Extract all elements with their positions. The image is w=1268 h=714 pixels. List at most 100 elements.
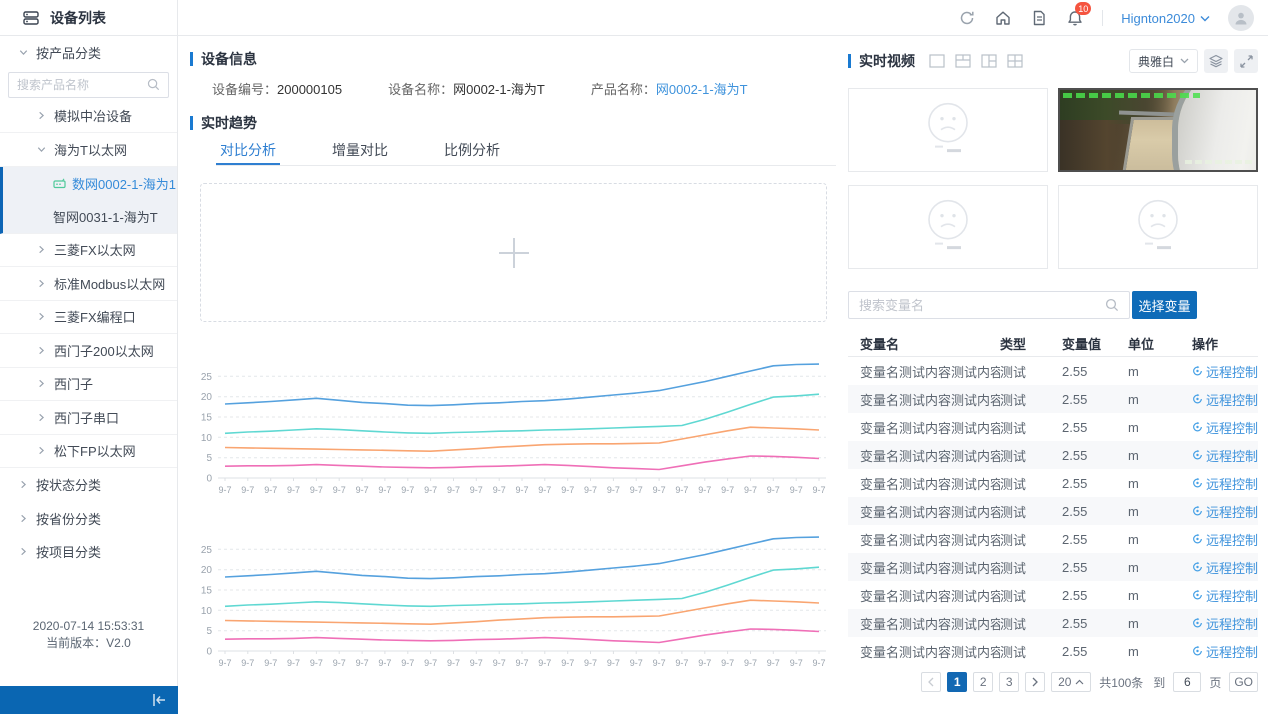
tab-1[interactable]: 对比分析 [216, 140, 280, 165]
remote-control-link[interactable]: 远程控制 [1192, 446, 1258, 465]
tab-2[interactable]: 增量对比 [328, 140, 392, 165]
user-menu[interactable]: Hignton2020 [1121, 11, 1210, 26]
theme-select[interactable]: 典雅白 [1129, 49, 1198, 73]
sidebar-category-item[interactable]: 西门子 [0, 368, 177, 402]
avatar[interactable] [1228, 5, 1254, 31]
page-button-3[interactable]: 3 [999, 672, 1019, 692]
layout-1-icon[interactable] [929, 54, 945, 68]
sidebar-category-item[interactable]: 模拟中冶设备 [0, 100, 177, 134]
variable-row: 变量名测试内容测试内容测试2.55m远程控制 [848, 609, 1258, 637]
remote-control-link[interactable]: 远程控制 [1192, 474, 1258, 493]
collapse-sidebar-icon [150, 693, 168, 707]
page-button-1[interactable]: 1 [947, 672, 967, 692]
svg-text:9-7: 9-7 [698, 485, 711, 495]
add-chart-placeholder[interactable] [200, 183, 827, 322]
layout-2-icon[interactable] [955, 54, 971, 68]
remote-control-link[interactable]: 远程控制 [1192, 390, 1258, 409]
variable-row: 变量名测试内容测试内容测试2.55m远程控制 [848, 497, 1258, 525]
sidebar-collapse-bar[interactable] [0, 686, 178, 714]
variable-name: 变量名测试内容测试内容 [848, 614, 1000, 633]
remote-control-link[interactable]: 远程控制 [1192, 362, 1258, 381]
prev-page-button[interactable] [921, 672, 941, 692]
variable-value: 2.55 [1062, 588, 1128, 603]
refresh-icon[interactable] [958, 9, 976, 27]
svg-text:9-7: 9-7 [561, 658, 574, 668]
search-icon[interactable] [1105, 298, 1119, 312]
home-icon[interactable] [994, 9, 1012, 27]
sidebar-category-item[interactable]: 按状态分类 [0, 468, 177, 502]
sidebar-category-item[interactable]: 松下FP以太网 [0, 435, 177, 469]
sidebar-device-item[interactable]: 数网0002-1-海为1 [0, 167, 177, 201]
tab-3[interactable]: 比例分析 [440, 140, 504, 165]
category-label: 按状态分类 [36, 475, 101, 494]
svg-text:9-7: 9-7 [744, 658, 757, 668]
remote-control-link[interactable]: 远程控制 [1192, 586, 1258, 605]
svg-text:9-7: 9-7 [493, 658, 506, 668]
chevron-up-icon [1075, 679, 1084, 685]
variable-name: 变量名测试内容测试内容 [848, 586, 1000, 605]
svg-text:9-7: 9-7 [515, 658, 528, 668]
svg-text:9-7: 9-7 [675, 658, 688, 668]
column-header: 变量名 [848, 334, 1000, 353]
sidebar-category-item[interactable]: 三菱FX以太网 [0, 234, 177, 268]
layout-4-icon[interactable] [1007, 54, 1023, 68]
sidebar-category-item[interactable]: 西门子200以太网 [0, 334, 177, 368]
go-button[interactable]: GO [1229, 672, 1258, 692]
product-search-input[interactable] [17, 78, 147, 92]
product-name-link[interactable]: 网0002-1-海为T [656, 82, 748, 97]
svg-text:9-7: 9-7 [538, 485, 551, 495]
search-icon[interactable] [147, 78, 160, 91]
remote-control-icon [1192, 505, 1203, 517]
remote-control-link[interactable]: 远程控制 [1192, 530, 1258, 549]
trend-chart-2: 05101520259-79-79-79-79-79-79-79-79-79-7… [190, 519, 836, 671]
notification-badge: 10 [1075, 2, 1091, 15]
remote-control-link[interactable]: 远程控制 [1192, 502, 1258, 521]
video-header: 实时视频 典雅白 [848, 49, 1258, 73]
sidebar-category-item[interactable]: 按项目分类 [0, 535, 177, 569]
sidebar-category-item[interactable]: 标准Modbus以太网 [0, 267, 177, 301]
video-cell-empty[interactable] [848, 88, 1048, 172]
category-label: 西门子串口 [54, 408, 119, 427]
variable-search-input[interactable] [859, 298, 1105, 313]
sidebar-tree: 按产品分类模拟中冶设备海为T以太网数网0002-1-海为1智网0031-1-海为… [0, 36, 177, 569]
category-label: 西门子200以太网 [54, 341, 154, 360]
layout-3-icon[interactable] [981, 54, 997, 68]
remote-control-link[interactable]: 远程控制 [1192, 614, 1258, 633]
svg-text:20: 20 [201, 565, 213, 576]
sidebar-category-item[interactable]: 按省份分类 [0, 502, 177, 536]
jump-page-input[interactable] [1173, 672, 1201, 692]
page-button-2[interactable]: 2 [973, 672, 993, 692]
sidebar-category-item[interactable]: 按产品分类 [0, 36, 177, 70]
svg-text:9-7: 9-7 [264, 658, 277, 668]
select-variable-button[interactable]: 选择变量 [1132, 291, 1197, 319]
variable-type: 测试 [1000, 614, 1062, 633]
document-icon[interactable] [1030, 9, 1048, 27]
series-blue [225, 537, 819, 579]
variables-table-header: 变量名类型变量值单位操作 [848, 330, 1258, 357]
video-tools: 典雅白 [1129, 49, 1258, 73]
layers-button[interactable] [1204, 49, 1228, 73]
sidebar-category-item[interactable]: 海为T以太网 [0, 133, 177, 167]
page-size-select[interactable]: 20 [1051, 672, 1091, 692]
remote-control-link[interactable]: 远程控制 [1192, 418, 1258, 437]
notification-bell-icon[interactable]: 10 [1066, 9, 1084, 27]
svg-text:9-7: 9-7 [812, 658, 825, 668]
fullscreen-button[interactable] [1234, 49, 1258, 73]
sidebar-device-item[interactable]: 智网0031-1-海为T [0, 200, 177, 234]
category-label: 按省份分类 [36, 509, 101, 528]
field-label: 设备编号： [212, 82, 277, 97]
video-cell-live[interactable] [1058, 88, 1258, 172]
pagination: 12320共100条到页GO [921, 672, 1258, 692]
video-cell-empty[interactable] [848, 185, 1048, 269]
sidebar-category-item[interactable]: 三菱FX编程口 [0, 301, 177, 335]
category-label: 按产品分类 [36, 43, 101, 62]
variable-type: 测试 [1000, 362, 1062, 381]
footer-version: 当前版本：V2.0 [0, 635, 177, 652]
next-page-button[interactable] [1025, 672, 1045, 692]
remote-control-link[interactable]: 远程控制 [1192, 558, 1258, 577]
sidebar-header: 设备列表 [0, 0, 178, 36]
sidebar-category-item[interactable]: 西门子串口 [0, 401, 177, 435]
variable-row: 变量名测试内容测试内容测试2.55m远程控制 [848, 553, 1258, 581]
remote-control-link[interactable]: 远程控制 [1192, 642, 1258, 661]
video-cell-empty[interactable] [1058, 185, 1258, 269]
